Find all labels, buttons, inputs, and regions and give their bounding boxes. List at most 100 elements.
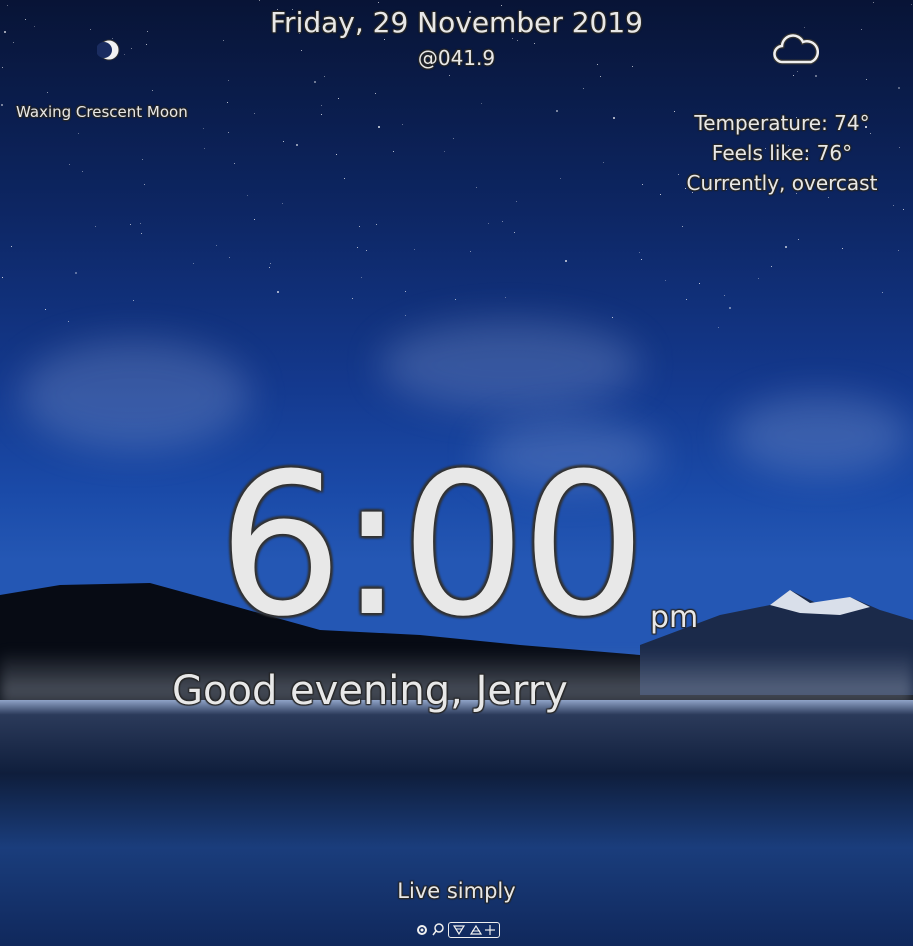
star xyxy=(699,283,700,284)
star xyxy=(359,226,360,227)
star xyxy=(204,148,205,149)
star xyxy=(682,226,683,227)
star xyxy=(729,307,731,309)
star xyxy=(583,88,584,89)
star xyxy=(254,113,255,114)
star xyxy=(133,300,134,301)
star xyxy=(314,81,316,83)
star xyxy=(798,239,799,240)
star xyxy=(470,251,471,252)
star xyxy=(444,151,445,152)
star xyxy=(223,40,224,41)
star xyxy=(785,246,787,248)
star xyxy=(338,98,339,99)
star xyxy=(11,246,12,247)
star xyxy=(321,105,322,106)
star xyxy=(378,2,379,3)
star xyxy=(142,159,143,160)
clock-time: 6:00 xyxy=(218,432,646,660)
star xyxy=(75,272,77,274)
star xyxy=(144,184,145,185)
star xyxy=(203,128,204,129)
star xyxy=(866,79,867,80)
star xyxy=(560,178,561,179)
star xyxy=(140,223,141,224)
star xyxy=(68,321,69,322)
temperature: Temperature: 74° xyxy=(694,111,870,135)
star xyxy=(899,147,900,148)
star xyxy=(405,291,406,292)
star xyxy=(600,76,601,77)
star xyxy=(1,104,3,106)
star xyxy=(873,2,874,3)
clock-meridiem: pm xyxy=(650,600,699,635)
star xyxy=(376,224,377,225)
lake-reflection xyxy=(0,700,913,946)
star xyxy=(842,248,843,249)
star xyxy=(453,138,454,139)
star xyxy=(815,75,817,77)
star xyxy=(227,102,228,103)
star xyxy=(517,40,518,41)
star xyxy=(903,209,904,210)
search-icon[interactable] xyxy=(432,923,444,937)
cloud-shape xyxy=(380,320,640,410)
star xyxy=(402,124,403,125)
star xyxy=(893,205,894,206)
star xyxy=(283,141,284,142)
star xyxy=(556,110,558,112)
star xyxy=(47,92,48,93)
star xyxy=(449,75,450,76)
star xyxy=(724,295,725,296)
star xyxy=(247,195,248,196)
alchemy-menu-button[interactable] xyxy=(448,922,500,938)
bottom-toolbar xyxy=(416,921,500,939)
star xyxy=(481,103,482,104)
star xyxy=(613,117,615,119)
settings-icon[interactable] xyxy=(416,923,428,937)
moon-phase-label: Waxing Crescent Moon xyxy=(16,103,188,121)
star xyxy=(514,232,515,233)
feels-like: Feels like: 76° xyxy=(711,141,853,165)
star xyxy=(270,263,271,264)
star xyxy=(344,178,345,179)
star xyxy=(13,42,14,43)
weather-condition: Currently, overcast xyxy=(686,171,878,195)
star xyxy=(352,298,353,299)
star xyxy=(718,327,719,328)
star xyxy=(69,164,70,165)
star xyxy=(45,309,46,310)
star xyxy=(384,39,385,40)
crescent-moon-icon xyxy=(97,39,120,61)
cloud-shape xyxy=(730,395,910,475)
star xyxy=(758,278,759,279)
star xyxy=(455,299,456,300)
greeting: Good evening, Jerry xyxy=(172,668,568,714)
star xyxy=(324,76,325,77)
star xyxy=(229,257,230,258)
star xyxy=(642,184,643,185)
quote: Live simply xyxy=(397,879,516,903)
star xyxy=(269,267,270,268)
star xyxy=(612,317,613,318)
star xyxy=(234,163,235,164)
star xyxy=(296,144,298,146)
star xyxy=(78,133,79,134)
star xyxy=(797,71,798,72)
star xyxy=(665,280,666,281)
star xyxy=(146,44,147,45)
star xyxy=(152,90,153,91)
star xyxy=(793,75,794,76)
star xyxy=(476,187,477,188)
star xyxy=(259,0,260,1)
star xyxy=(488,223,489,224)
star xyxy=(357,247,358,248)
star xyxy=(375,93,376,94)
cloud-shape xyxy=(20,340,250,450)
cloud-icon xyxy=(773,33,819,65)
star xyxy=(405,315,406,316)
star xyxy=(603,162,604,163)
star xyxy=(686,299,687,300)
star xyxy=(505,297,506,298)
star xyxy=(534,43,535,44)
